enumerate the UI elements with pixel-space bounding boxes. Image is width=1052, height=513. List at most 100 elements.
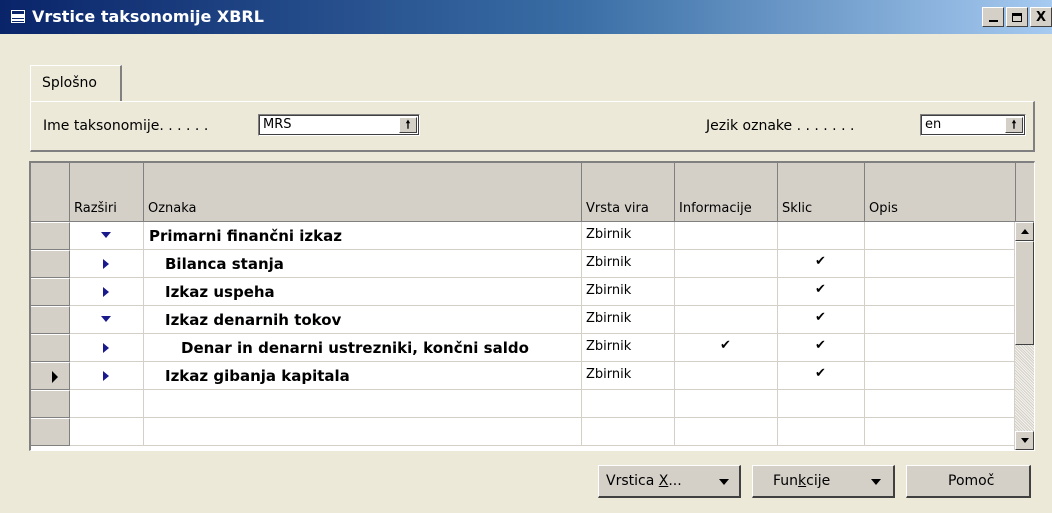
expand-arrow-icon[interactable] <box>103 371 109 381</box>
reference-cell[interactable] <box>778 418 865 446</box>
reference-cell[interactable]: ✔ <box>778 334 865 362</box>
expand-cell[interactable] <box>70 418 144 446</box>
expand-cell[interactable] <box>70 222 144 250</box>
reference-cell[interactable]: ✔ <box>778 250 865 278</box>
row-selector[interactable] <box>31 222 70 250</box>
empty-table-row[interactable] <box>31 390 1016 418</box>
lookup-arrow-icon: 🠕 <box>1011 117 1017 131</box>
scroll-up-button[interactable] <box>1015 222 1034 241</box>
source-type-cell[interactable] <box>582 418 675 446</box>
column-header-description[interactable]: Opis <box>865 163 1016 222</box>
scroll-down-icon <box>1020 438 1029 443</box>
label-cell[interactable]: Izkaz denarnih tokov <box>144 306 582 334</box>
tab-general[interactable]: Splošno <box>30 65 122 101</box>
column-header-reference[interactable]: Sklic <box>778 163 865 222</box>
expand-cell[interactable] <box>70 250 144 278</box>
row-selector[interactable] <box>31 418 70 446</box>
help-button[interactable]: Pomoč <box>906 465 1031 498</box>
expand-cell[interactable] <box>70 334 144 362</box>
expand-arrow-icon[interactable] <box>103 259 109 269</box>
expand-arrow-icon[interactable] <box>103 343 109 353</box>
description-cell[interactable] <box>865 390 1016 418</box>
column-header-expand[interactable]: Razširi <box>70 163 144 222</box>
information-cell[interactable]: ✔ <box>675 334 778 362</box>
table-row[interactable]: Izkaz gibanja kapitala Zbirnik ✔ <box>31 362 1016 390</box>
general-panel: Ime taksonomije. . . . . . MRS 🠕 Jezik o… <box>30 101 1035 152</box>
table-row[interactable]: Bilanca stanja Zbirnik ✔ <box>31 250 1016 278</box>
row-selector[interactable] <box>31 362 70 390</box>
column-header-source-type[interactable]: Vrsta vira <box>582 163 675 222</box>
minimize-button[interactable] <box>982 7 1004 27</box>
close-button[interactable]: X <box>1030 7 1052 27</box>
label-cell[interactable] <box>144 418 582 446</box>
scroll-down-button[interactable] <box>1015 431 1034 450</box>
header-filler <box>1016 163 1034 222</box>
source-type-cell[interactable]: Zbirnik <box>582 250 675 278</box>
label-cell[interactable]: Izkaz uspeha <box>144 278 582 306</box>
table-row[interactable]: Primarni finančni izkaz Zbirnik <box>31 222 1016 250</box>
expand-cell[interactable] <box>70 278 144 306</box>
column-header-information[interactable]: Informacije <box>675 163 778 222</box>
reference-cell[interactable]: ✔ <box>778 278 865 306</box>
reference-cell[interactable] <box>778 390 865 418</box>
description-cell[interactable] <box>865 250 1016 278</box>
expand-arrow-icon[interactable] <box>103 287 109 297</box>
row-selector[interactable] <box>31 250 70 278</box>
description-cell[interactable] <box>865 278 1016 306</box>
table-row[interactable]: Izkaz denarnih tokov Zbirnik ✔ <box>31 306 1016 334</box>
description-cell[interactable] <box>865 362 1016 390</box>
label-cell[interactable]: Denar in denarni ustrezniki, končni sald… <box>144 334 582 362</box>
information-cell[interactable] <box>675 306 778 334</box>
source-type-cell[interactable]: Zbirnik <box>582 362 675 390</box>
information-cell[interactable] <box>675 222 778 250</box>
vertical-scrollbar[interactable] <box>1014 222 1034 450</box>
empty-table-row[interactable] <box>31 418 1016 446</box>
table-row[interactable]: Denar in denarni ustrezniki, končni sald… <box>31 334 1016 362</box>
information-cell[interactable] <box>675 418 778 446</box>
expand-cell[interactable] <box>70 306 144 334</box>
source-type-cell[interactable]: Zbirnik <box>582 278 675 306</box>
taxonomy-name-field[interactable]: MRS 🠕 <box>258 114 420 136</box>
source-type-cell[interactable] <box>582 390 675 418</box>
source-type-cell[interactable]: Zbirnik <box>582 306 675 334</box>
taxonomy-lookup-button[interactable]: 🠕 <box>399 117 417 133</box>
label-language-field[interactable]: en 🠕 <box>920 114 1026 136</box>
column-header-label[interactable]: Oznaka <box>144 163 582 222</box>
row-selector[interactable] <box>31 278 70 306</box>
functions-menu-button[interactable]: Funkcije <box>752 465 895 498</box>
description-cell[interactable] <box>865 418 1016 446</box>
table-row[interactable]: Izkaz uspeha Zbirnik ✔ <box>31 278 1016 306</box>
row-selector-header[interactable] <box>31 163 70 222</box>
collapse-arrow-icon[interactable] <box>101 232 111 238</box>
information-cell[interactable] <box>675 250 778 278</box>
information-cell[interactable] <box>675 362 778 390</box>
label-cell[interactable]: Izkaz gibanja kapitala <box>144 362 582 390</box>
source-type-cell[interactable]: Zbirnik <box>582 222 675 250</box>
collapse-arrow-icon[interactable] <box>101 316 111 322</box>
expand-cell[interactable] <box>70 390 144 418</box>
reference-cell[interactable] <box>778 222 865 250</box>
reference-cell[interactable]: ✔ <box>778 306 865 334</box>
row-selector[interactable] <box>31 334 70 362</box>
maximize-button[interactable] <box>1006 7 1028 27</box>
description-cell[interactable] <box>865 334 1016 362</box>
information-cell[interactable] <box>675 390 778 418</box>
row-selector[interactable] <box>31 306 70 334</box>
label-cell[interactable]: Primarni finančni izkaz <box>144 222 582 250</box>
caption-buttons: X <box>982 7 1052 27</box>
description-cell[interactable] <box>865 306 1016 334</box>
description-cell[interactable] <box>865 222 1016 250</box>
taxonomy-name-label: Ime taksonomije. . . . . . <box>43 118 209 134</box>
information-cell[interactable] <box>675 278 778 306</box>
row-selector[interactable] <box>31 390 70 418</box>
scroll-thumb[interactable] <box>1015 241 1034 345</box>
label-cell[interactable]: Bilanca stanja <box>144 250 582 278</box>
expand-cell[interactable] <box>70 362 144 390</box>
source-type-cell[interactable]: Zbirnik <box>582 334 675 362</box>
label-cell[interactable] <box>144 390 582 418</box>
title-bar[interactable]: Vrstice taksonomije XBRL X <box>0 0 1052 34</box>
line-menu-button[interactable]: Vrstica X... <box>598 465 741 498</box>
column-header-reference-label: Sklic <box>782 201 813 216</box>
reference-cell[interactable]: ✔ <box>778 362 865 390</box>
language-lookup-button[interactable]: 🠕 <box>1005 117 1023 133</box>
